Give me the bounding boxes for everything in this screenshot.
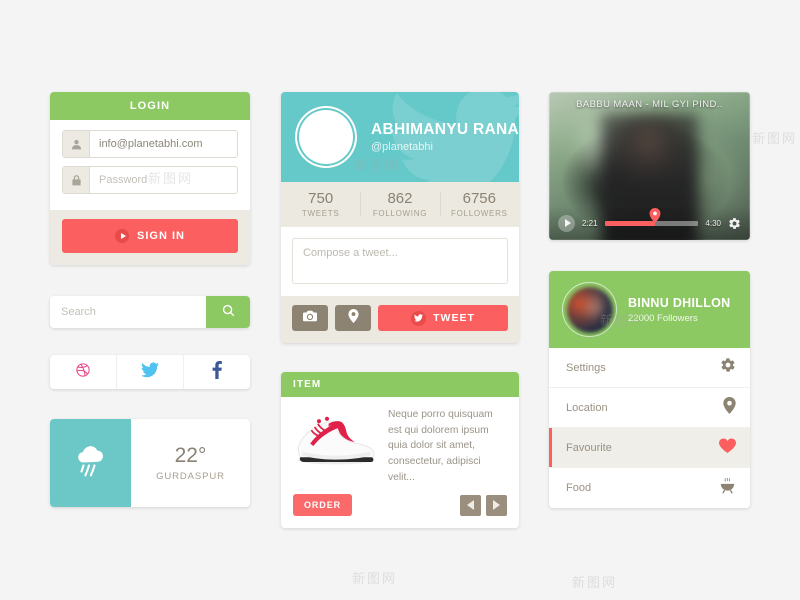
menu-item-label: Location — [566, 401, 608, 414]
rain-cloud-icon — [71, 441, 111, 486]
stat-value: 750 — [308, 190, 334, 207]
stat-label: FOLLOWING — [372, 209, 428, 218]
login-footer: SIGN IN — [50, 210, 250, 265]
avatar — [562, 282, 617, 337]
profile-name: BINNU DHILLON — [628, 295, 731, 310]
watermark: 新图网 — [572, 576, 618, 591]
profile-followers: 22000 Followers — [628, 312, 698, 324]
social-button-twitter[interactable] — [116, 355, 183, 389]
watermark: 新图网 — [752, 132, 798, 147]
play-icon — [115, 229, 130, 243]
weather-temperature: 22° — [174, 444, 207, 467]
password-field-value[interactable]: Password — [90, 167, 237, 193]
grill-icon — [719, 477, 736, 499]
menu-item-food[interactable]: Food — [549, 468, 750, 508]
menu-item-settings[interactable]: Settings — [549, 348, 750, 388]
tweet-button-label: TWEET — [433, 312, 475, 324]
weather-info: 22° GURDASPUR — [131, 419, 250, 507]
twitter-icon — [141, 361, 159, 383]
sign-in-label: SIGN IN — [137, 230, 185, 242]
profile-menu-list: Settings Location Favourite Food — [549, 348, 750, 508]
profile-identity: BINNU DHILLON 22000 Followers — [628, 296, 731, 324]
watermark: 新图网 — [352, 572, 398, 587]
menu-item-favourite[interactable]: Favourite — [549, 428, 750, 468]
compose-tweet-input[interactable]: Compose a tweet... — [292, 238, 508, 284]
facebook-icon — [212, 360, 222, 384]
stat-label: FOLLOWERS — [451, 209, 508, 218]
twitter-stats-bar: 750 TWEETS 862 FOLLOWING 6756 FOLLOWERS — [281, 182, 519, 227]
video-current-time: 2:21 — [582, 218, 598, 228]
password-field-row[interactable]: Password — [62, 166, 238, 194]
item-carousel-nav — [460, 494, 507, 516]
menu-item-location[interactable]: Location — [549, 388, 750, 428]
social-button-facebook[interactable] — [183, 355, 250, 389]
twitter-profile-card: ABHIMANYU RANA @planetabhi 750 TWEETS 86… — [281, 92, 519, 343]
twitter-card-header: ABHIMANYU RANA @planetabhi — [281, 92, 519, 182]
weather-city: GURDASPUR — [156, 471, 225, 482]
video-progress-bar[interactable] — [604, 207, 699, 226]
chevron-left-icon[interactable] — [460, 494, 481, 516]
social-bar — [50, 355, 250, 389]
attach-location-button[interactable] — [335, 305, 371, 331]
camera-icon — [303, 309, 317, 327]
location-pin-icon — [347, 308, 359, 328]
stat-tweets[interactable]: 750 TWEETS — [281, 190, 360, 218]
twitter-bird-icon — [411, 310, 427, 326]
item-card-title: ITEM — [281, 372, 519, 397]
weather-widget: 22° GURDASPUR — [50, 419, 250, 507]
stat-value: 6756 — [462, 190, 496, 207]
profile-menu-header: BINNU DHILLON 22000 Followers — [549, 271, 750, 348]
heart-icon — [719, 437, 736, 458]
video-controls: 2:21 4:30 — [549, 206, 750, 240]
item-card-footer: ORDER — [281, 485, 519, 528]
search-icon — [221, 303, 236, 321]
stat-followers[interactable]: 6756 FOLLOWERS — [439, 190, 519, 218]
item-card-body: Neque porro quisquam est qui dolorem ips… — [281, 397, 519, 485]
location-pin-icon — [723, 396, 736, 419]
search-bar — [50, 296, 250, 328]
lock-icon — [63, 167, 90, 193]
gear-icon — [720, 357, 736, 378]
profile-menu-card: BINNU DHILLON 22000 Followers Settings L… — [549, 271, 750, 508]
item-card: ITEM Neque porro quisquam est qui dolore… — [281, 372, 519, 529]
weather-icon-pane — [50, 419, 131, 507]
twitter-identity: ABHIMANYU RANA @planetabhi — [371, 121, 519, 153]
sneaker-image — [291, 407, 379, 485]
user-icon — [63, 131, 90, 157]
stat-value: 862 — [387, 190, 413, 207]
order-button[interactable]: ORDER — [293, 494, 353, 517]
search-input[interactable] — [50, 296, 206, 328]
stat-label: TWEETS — [301, 209, 340, 218]
dribbble-icon — [75, 362, 91, 383]
tweet-button[interactable]: TWEET — [378, 305, 508, 331]
login-card: LOGIN info@planetabhi.com Password SIGN … — [50, 92, 250, 265]
login-title: LOGIN — [50, 92, 250, 120]
play-icon[interactable] — [558, 214, 575, 232]
item-description: Neque porro quisquam est qui dolorem ips… — [388, 409, 493, 483]
video-player-card[interactable]: BABBU MAAN - MIL GYI PIND.. 2:21 4:30 — [549, 92, 750, 240]
avatar — [295, 106, 357, 168]
attach-photo-button[interactable] — [292, 305, 328, 331]
menu-item-label: Settings — [566, 361, 606, 374]
twitter-display-name: ABHIMANYU RANA — [371, 121, 519, 138]
progress-fill — [604, 220, 656, 226]
chevron-right-icon[interactable] — [486, 494, 507, 516]
email-field-row[interactable]: info@planetabhi.com — [62, 130, 238, 158]
twitter-compose-wrap: Compose a tweet... — [281, 227, 519, 296]
search-button[interactable] — [206, 296, 250, 328]
stat-following[interactable]: 862 FOLLOWING — [360, 190, 439, 218]
gear-icon[interactable] — [728, 217, 741, 230]
menu-item-label: Food — [566, 482, 592, 494]
video-title: BABBU MAAN - MIL GYI PIND.. — [576, 99, 723, 110]
twitter-action-bar: TWEET — [281, 296, 519, 343]
twitter-handle: @planetabhi — [371, 141, 433, 153]
login-form: info@planetabhi.com Password — [50, 120, 250, 210]
social-button-dribbble[interactable] — [50, 355, 116, 389]
progress-knob[interactable] — [649, 207, 661, 223]
video-total-time: 4:30 — [705, 218, 721, 228]
sign-in-button[interactable]: SIGN IN — [62, 219, 238, 253]
menu-item-label: Favourite — [566, 441, 612, 454]
ui-kit-canvas: LOGIN info@planetabhi.com Password SIGN … — [0, 0, 800, 600]
email-field-value[interactable]: info@planetabhi.com — [90, 131, 237, 157]
